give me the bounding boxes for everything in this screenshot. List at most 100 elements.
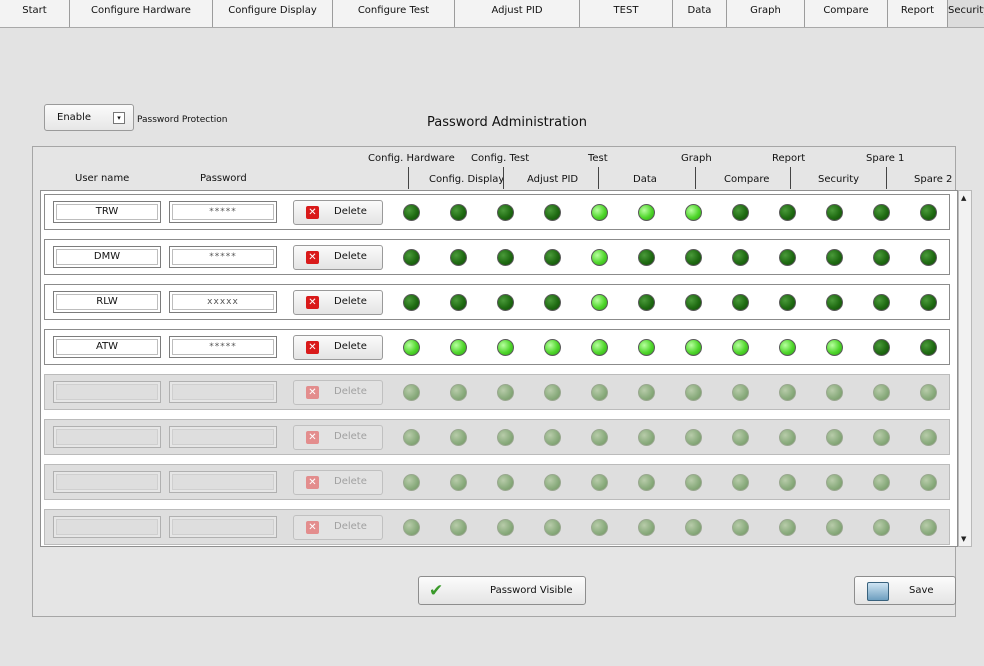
permission-led[interactable] [826, 294, 843, 311]
permission-led[interactable] [544, 249, 561, 266]
permission-led[interactable] [873, 294, 890, 311]
tab-start[interactable]: Start [0, 0, 70, 27]
permission-led[interactable] [732, 249, 749, 266]
permission-led[interactable] [826, 519, 843, 536]
permission-led[interactable] [591, 204, 608, 221]
permission-led[interactable] [591, 519, 608, 536]
tab-compare[interactable]: Compare [805, 0, 888, 27]
permission-led[interactable] [779, 474, 796, 491]
permission-led[interactable] [450, 474, 467, 491]
permission-led[interactable] [826, 429, 843, 446]
permission-led[interactable] [403, 519, 420, 536]
tab-configure-display[interactable]: Configure Display [213, 0, 333, 27]
permission-led[interactable] [638, 204, 655, 221]
permission-led[interactable] [920, 519, 937, 536]
password-field[interactable]: ***** [169, 201, 277, 223]
delete-button[interactable]: ✕ Delete [293, 245, 383, 270]
permission-led[interactable] [779, 294, 796, 311]
delete-button[interactable]: ✕ Delete [293, 290, 383, 315]
permission-led[interactable] [403, 384, 420, 401]
permission-led[interactable] [450, 519, 467, 536]
permission-led[interactable] [732, 384, 749, 401]
delete-button[interactable]: ✕ Delete [293, 380, 383, 405]
permission-led[interactable] [732, 474, 749, 491]
scroll-up-icon[interactable]: ▲ [961, 194, 966, 202]
username-field[interactable]: TRW [53, 201, 161, 223]
permission-led[interactable] [920, 474, 937, 491]
permission-led[interactable] [450, 339, 467, 356]
chevron-down-icon[interactable]: ▾ [113, 112, 125, 124]
permission-led[interactable] [779, 339, 796, 356]
permission-led[interactable] [732, 339, 749, 356]
permission-led[interactable] [826, 339, 843, 356]
delete-button[interactable]: ✕ Delete [293, 425, 383, 450]
permission-led[interactable] [920, 204, 937, 221]
permission-led[interactable] [450, 204, 467, 221]
permission-led[interactable] [779, 249, 796, 266]
permission-led[interactable] [826, 474, 843, 491]
tab-test[interactable]: TEST [580, 0, 673, 27]
permission-led[interactable] [779, 519, 796, 536]
permission-led[interactable] [497, 429, 514, 446]
permission-led[interactable] [591, 384, 608, 401]
permission-led[interactable] [497, 519, 514, 536]
permission-led[interactable] [450, 384, 467, 401]
username-field[interactable] [53, 426, 161, 448]
vertical-scrollbar[interactable]: ▲ ▼ [958, 190, 972, 547]
tab-report[interactable]: Report [888, 0, 948, 27]
permission-led[interactable] [544, 519, 561, 536]
permission-led[interactable] [450, 294, 467, 311]
permission-led[interactable] [497, 294, 514, 311]
tab-adjust-pid[interactable]: Adjust PID [455, 0, 580, 27]
permission-led[interactable] [873, 249, 890, 266]
password-field[interactable]: ***** [169, 246, 277, 268]
permission-led[interactable] [685, 204, 702, 221]
username-field[interactable] [53, 471, 161, 493]
permission-led[interactable] [638, 249, 655, 266]
password-field[interactable] [169, 426, 277, 448]
permission-led[interactable] [638, 429, 655, 446]
tab-security[interactable]: Security [948, 0, 984, 27]
permission-led[interactable] [497, 384, 514, 401]
tab-data[interactable]: Data [673, 0, 727, 27]
permission-led[interactable] [403, 204, 420, 221]
tab-configure-hardware[interactable]: Configure Hardware [70, 0, 213, 27]
permission-led[interactable] [732, 429, 749, 446]
delete-button[interactable]: ✕ Delete [293, 335, 383, 360]
permission-led[interactable] [544, 429, 561, 446]
permission-led[interactable] [685, 249, 702, 266]
permission-led[interactable] [779, 204, 796, 221]
permission-led[interactable] [638, 474, 655, 491]
tab-configure-test[interactable]: Configure Test [333, 0, 455, 27]
password-field[interactable] [169, 381, 277, 403]
tab-graph[interactable]: Graph [727, 0, 805, 27]
permission-led[interactable] [638, 384, 655, 401]
password-field[interactable] [169, 471, 277, 493]
permission-led[interactable] [591, 339, 608, 356]
username-field[interactable]: ATW [53, 336, 161, 358]
username-field[interactable]: DMW [53, 246, 161, 268]
delete-button[interactable]: ✕ Delete [293, 200, 383, 225]
permission-led[interactable] [497, 474, 514, 491]
permission-led[interactable] [920, 384, 937, 401]
permission-led[interactable] [450, 249, 467, 266]
password-protection-select[interactable]: Enable ▾ [44, 104, 134, 131]
permission-led[interactable] [544, 474, 561, 491]
password-field[interactable]: xxxxx [169, 291, 277, 313]
permission-led[interactable] [544, 204, 561, 221]
permission-led[interactable] [591, 294, 608, 311]
permission-led[interactable] [873, 204, 890, 221]
permission-led[interactable] [403, 339, 420, 356]
permission-led[interactable] [685, 474, 702, 491]
permission-led[interactable] [779, 384, 796, 401]
permission-led[interactable] [403, 294, 420, 311]
permission-led[interactable] [873, 474, 890, 491]
permission-led[interactable] [497, 204, 514, 221]
permission-led[interactable] [450, 429, 467, 446]
permission-led[interactable] [591, 474, 608, 491]
permission-led[interactable] [920, 249, 937, 266]
permission-led[interactable] [544, 294, 561, 311]
permission-led[interactable] [732, 519, 749, 536]
permission-led[interactable] [685, 519, 702, 536]
permission-led[interactable] [873, 339, 890, 356]
